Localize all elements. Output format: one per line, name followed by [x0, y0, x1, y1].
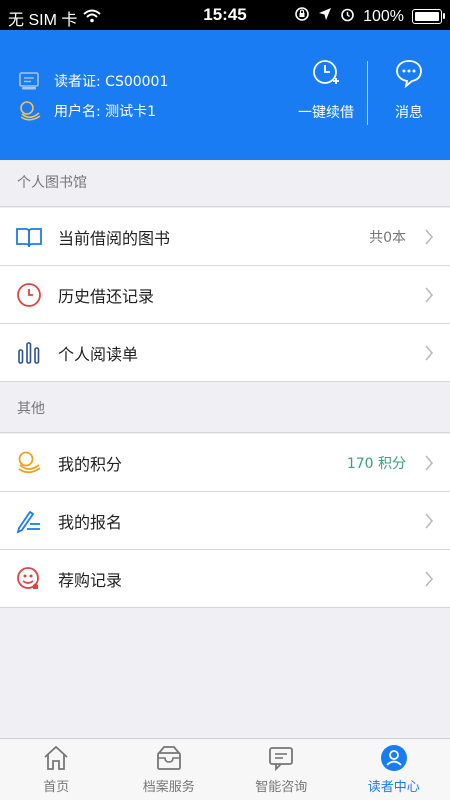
tab-home-label: 首页 [43, 780, 70, 795]
coins-icon [16, 450, 42, 476]
borrow-history-item[interactable]: 历史借还记录 [0, 266, 450, 324]
battery-percent: 100% [363, 7, 404, 25]
home-icon [42, 744, 70, 772]
location-icon [318, 7, 332, 26]
username: 用户名: 测试卡1 [54, 104, 157, 120]
renew-all-button[interactable]: 一键续借 [285, 58, 367, 128]
renew-all-label: 一键续借 [298, 105, 354, 121]
tab-consult-label: 智能咨询 [255, 780, 308, 795]
list-item-label: 荐购记录 [58, 570, 123, 590]
list-item-label: 我的积分 [58, 454, 123, 474]
tab-reader-center-label: 读者中心 [367, 780, 420, 795]
user-icon [380, 744, 408, 772]
recommend-icon [16, 566, 42, 592]
pen-list-icon [16, 508, 42, 534]
my-registrations-item[interactable]: 我的报名 [0, 492, 450, 550]
list-item-label: 历史借还记录 [58, 286, 155, 306]
status-bar: 无 SIM 卡 15:45 100% [0, 0, 450, 30]
chevron-right-icon [424, 570, 434, 587]
list-item-label: 个人阅读单 [58, 344, 139, 364]
chevron-right-icon [424, 454, 434, 471]
tab-archive-services[interactable]: 档案服务 [113, 739, 226, 800]
my-points-item[interactable]: 我的积分 170 积分 [0, 434, 450, 492]
book-icon [16, 224, 42, 250]
borrowed-count: 共0本 [369, 229, 406, 246]
coins-icon [18, 99, 42, 123]
messages-label: 消息 [395, 105, 423, 121]
bottom-tab-bar: 首页 档案服务 智能咨询 读者中心 [0, 738, 450, 800]
section-title-library: 个人图书馆 [0, 160, 450, 207]
reading-list-item[interactable]: 个人阅读单 [0, 324, 450, 382]
tab-smart-consult[interactable]: 智能咨询 [225, 739, 338, 800]
chevron-right-icon [424, 344, 434, 361]
reader-id: 读者证: CS00001 [54, 74, 169, 90]
clock-icon [16, 282, 42, 308]
current-borrowed-books-item[interactable]: 当前借阅的图书 共0本 [0, 208, 450, 266]
library-list: 当前借阅的图书 共0本 历史借还记录 个人阅读单 [0, 208, 450, 382]
tab-home[interactable]: 首页 [0, 739, 113, 800]
section-title-other: 其他 [0, 386, 450, 433]
rotation-lock-icon [294, 6, 310, 27]
chat-icon [267, 744, 295, 772]
other-list: 我的积分 170 积分 我的报名 荐购记录 [0, 434, 450, 608]
reader-header: 读者证: CS00001 用户名: 测试卡1 一键续借 消息 [0, 30, 450, 160]
archive-icon [155, 744, 183, 772]
tab-archive-label: 档案服务 [142, 780, 195, 795]
message-icon [394, 58, 424, 89]
messages-button[interactable]: 消息 [368, 58, 450, 128]
chevron-right-icon [424, 512, 434, 529]
alarm-icon [340, 7, 355, 27]
chevron-right-icon [424, 228, 434, 245]
id-card-icon [18, 69, 42, 93]
chevron-right-icon [424, 286, 434, 303]
list-item-label: 当前借阅的图书 [58, 228, 171, 248]
clock-plus-icon [311, 58, 341, 88]
points-value: 170 积分 [346, 455, 406, 472]
list-item-label: 我的报名 [58, 512, 123, 532]
bar-chart-icon [16, 340, 42, 366]
purchase-recommendation-item[interactable]: 荐购记录 [0, 550, 450, 608]
reader-info: 读者证: CS00001 用户名: 测试卡1 [18, 66, 168, 126]
tab-reader-center[interactable]: 读者中心 [338, 739, 450, 800]
battery-icon [412, 9, 445, 24]
